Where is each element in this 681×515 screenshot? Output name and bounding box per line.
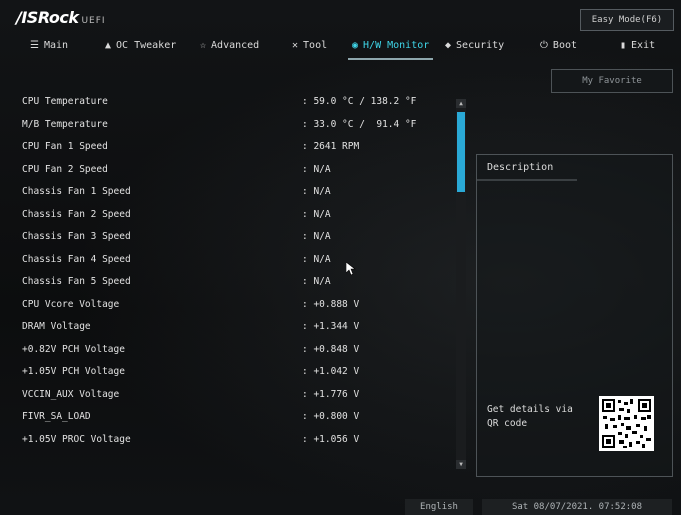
monitor-row[interactable]: Chassis Fan 2 Speed: N/A — [22, 206, 452, 229]
tab-exit[interactable]: ▮ Exit — [620, 40, 655, 58]
tab-main[interactable]: ☰ Main — [30, 40, 68, 58]
monitor-row[interactable]: Chassis Fan 4 Speed: N/A — [22, 251, 452, 274]
monitor-row[interactable]: CPU Fan 2 Speed: N/A — [22, 161, 452, 184]
monitor-row[interactable]: +0.82V PCH Voltage: +0.848 V — [22, 341, 452, 364]
menu-icon: ☰ — [30, 40, 39, 51]
monitor-row[interactable]: Chassis Fan 3 Speed: N/A — [22, 228, 452, 251]
monitor-row[interactable]: +1.05V PCH Voltage: +1.042 V — [22, 363, 452, 386]
main-nav: ☰ Main ▲ OC Tweaker ☆ Advanced ✕ Tool ◉ H/W M… — [0, 34, 681, 62]
description-divider — [477, 179, 577, 181]
scrollbar-thumb[interactable] — [457, 112, 465, 192]
scroll-up-arrow-icon[interactable]: ▲ — [456, 99, 466, 108]
language-button[interactable]: English — [405, 499, 473, 515]
top-bar: /ISRock UEFI Easy Mode(F6) — [0, 0, 681, 34]
rocket-icon: ▲ — [105, 40, 112, 51]
easy-mode-button[interactable]: Easy Mode(F6) — [580, 9, 674, 31]
scrollbar[interactable]: ▲ ▼ — [456, 99, 466, 469]
scroll-down-arrow-icon[interactable]: ▼ — [456, 460, 466, 469]
monitor-row[interactable]: CPU Fan 1 Speed: 2641 RPM — [22, 138, 452, 161]
monitor-row[interactable]: M/B Temperature: 33.0 °C / 91.4 °F — [22, 116, 452, 139]
tab-boot[interactable]: ⏻ Boot — [540, 40, 577, 58]
tab-oc-tweaker[interactable]: ▲ OC Tweaker — [105, 40, 176, 58]
description-panel: Description Get details via QR code — [476, 154, 673, 477]
tab-security[interactable]: ◆ Security — [445, 40, 504, 58]
monitor-icon: ◉ — [352, 40, 359, 51]
star-icon: ☆ — [200, 40, 207, 51]
qr-caption: Get details via QR code — [487, 404, 573, 429]
monitor-row[interactable]: Chassis Fan 5 Speed: N/A — [22, 273, 452, 296]
tab-hw-monitor[interactable]: ◉ H/W Monitor — [348, 40, 434, 60]
asrock-logo: /ISRock UEFI — [16, 8, 106, 27]
date-time-display: Sat 08/07/2021. 07:52:08 — [482, 499, 672, 515]
exit-icon: ▮ — [620, 40, 627, 51]
monitor-row[interactable]: FIVR_SA_LOAD: +0.800 V — [22, 408, 452, 431]
tools-icon: ✕ — [292, 40, 299, 51]
qr-code-icon — [599, 396, 654, 451]
description-title: Description — [487, 162, 554, 173]
monitor-row[interactable]: Chassis Fan 1 Speed: N/A — [22, 183, 452, 206]
tab-tool[interactable]: ✕ Tool — [292, 40, 327, 58]
active-tab-underline — [348, 58, 434, 60]
tab-advanced[interactable]: ☆ Advanced — [200, 40, 259, 58]
monitor-row[interactable]: DRAM Voltage: +1.344 V — [22, 318, 452, 341]
monitor-row[interactable]: CPU Temperature: 59.0 °C / 138.2 °F — [22, 93, 452, 116]
mouse-pointer-icon — [346, 262, 356, 276]
monitor-row[interactable]: VCCIN_AUX Voltage: +1.776 V — [22, 386, 452, 409]
monitor-row[interactable]: CPU Vcore Voltage: +0.888 V — [22, 296, 452, 319]
power-icon: ⏻ — [540, 40, 548, 51]
monitor-list: CPU Temperature: 59.0 °C / 138.2 °F M/B … — [22, 93, 452, 453]
monitor-row[interactable]: +1.05V PROC Voltage: +1.056 V — [22, 431, 452, 454]
my-favorite-button[interactable]: My Favorite — [551, 69, 673, 93]
shield-icon: ◆ — [445, 40, 452, 51]
